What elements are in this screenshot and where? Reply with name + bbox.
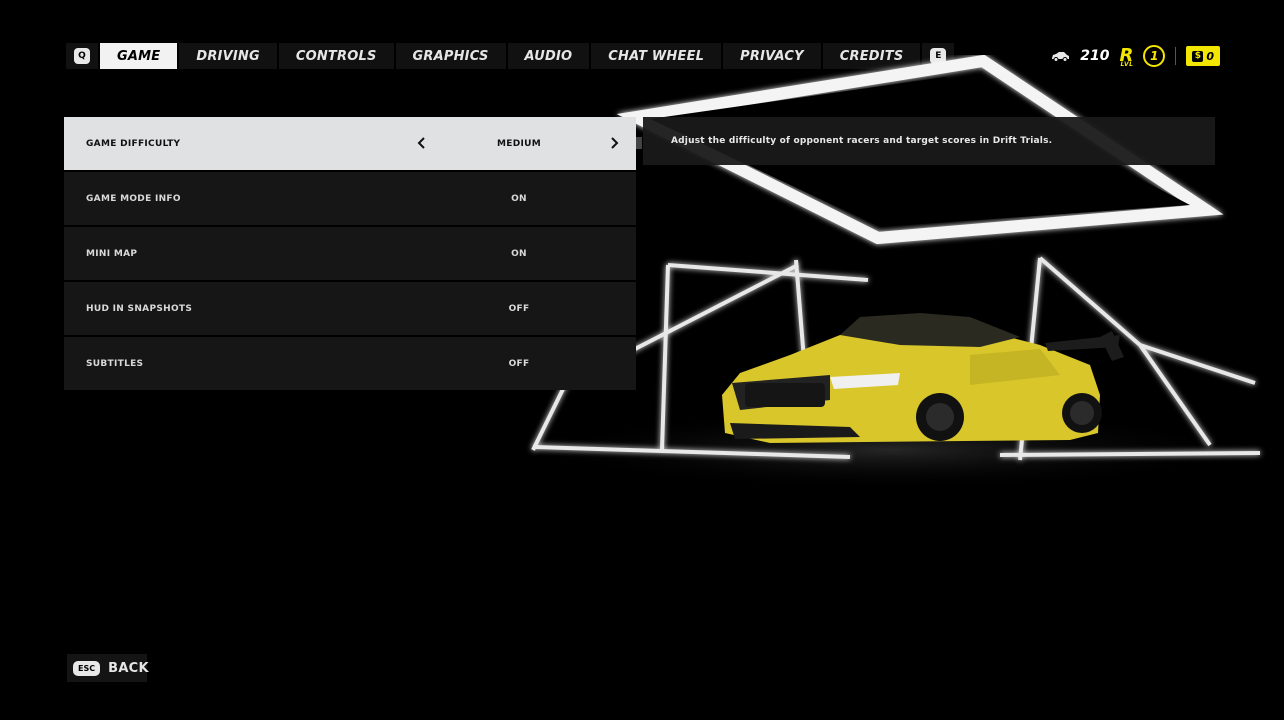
setting-label: MINI MAP: [86, 248, 138, 259]
tab-controls[interactable]: CONTROLS: [278, 43, 396, 69]
setting-row-game-difficulty[interactable]: GAME DIFFICULTY MEDIUM: [64, 117, 636, 170]
tab-driving[interactable]: DRIVING: [179, 43, 279, 69]
setting-value: MEDIUM: [497, 138, 541, 149]
tab-label: CONTROLS: [295, 48, 377, 64]
q-keycap: Q: [74, 48, 90, 64]
esc-keycap: ESC: [73, 660, 101, 676]
game-settings-list: GAME DIFFICULTY MEDIUM GAME MODE INFO ON…: [64, 117, 636, 392]
setting-label: SUBTITLES: [86, 358, 144, 369]
setting-value: OFF: [508, 303, 530, 314]
setting-label: GAME DIFFICULTY: [86, 138, 181, 149]
description-marker: [636, 137, 642, 149]
tab-label: DRIVING: [196, 48, 260, 64]
setting-label: HUD IN SNAPSHOTS: [86, 303, 193, 314]
description-text: Adjust the difficulty of opponent racers…: [671, 136, 1053, 146]
setting-row-game-mode-info[interactable]: GAME MODE INFO ON: [64, 172, 636, 225]
tab-graphics[interactable]: GRAPHICS: [395, 43, 508, 69]
setting-value: ON: [511, 193, 527, 204]
setting-label: GAME MODE INFO: [86, 193, 181, 204]
yellow-car: [722, 313, 1124, 443]
chevron-left-icon[interactable]: [414, 135, 430, 151]
back-button[interactable]: ESC BACK: [67, 654, 149, 682]
prev-tab-key[interactable]: Q: [66, 43, 100, 69]
tab-label: GRAPHICS: [412, 48, 489, 64]
back-label: BACK: [108, 660, 149, 676]
setting-value: OFF: [508, 358, 530, 369]
setting-row-mini-map[interactable]: MINI MAP ON: [64, 227, 636, 280]
chevron-right-icon[interactable]: [606, 135, 622, 151]
setting-row-hud-in-snapshots[interactable]: HUD IN SNAPSHOTS OFF: [64, 282, 636, 335]
setting-row-subtitles[interactable]: SUBTITLES OFF: [64, 337, 636, 390]
setting-value: ON: [511, 248, 527, 259]
setting-description: Adjust the difficulty of opponent racers…: [636, 117, 1215, 165]
tab-label: GAME: [117, 48, 161, 64]
tab-game[interactable]: GAME: [100, 43, 180, 69]
